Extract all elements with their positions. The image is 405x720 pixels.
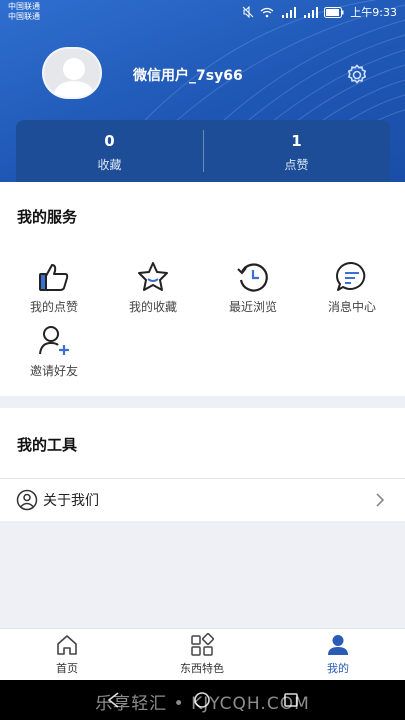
back-icon[interactable]	[105, 691, 123, 709]
nav-features[interactable]: 东西特色	[162, 633, 242, 676]
stats-card: 0 收藏 1 点赞	[16, 120, 390, 182]
tools-section: 我的工具 关于我们	[0, 408, 405, 521]
stat-favorites-label: 收藏	[97, 158, 122, 172]
thumbs-up-icon	[39, 264, 69, 291]
star-icon	[138, 262, 168, 291]
battery-icon	[324, 6, 344, 18]
services-section: 我的服务 我的点赞 我的收藏 最近浏览 消息中心 邀请好友	[0, 182, 405, 396]
system-navigation-bar: 乐享轻汇 • KJYCQH.COM	[0, 680, 405, 720]
status-bar: 中国联通 中国联通 上午9:33	[0, 0, 405, 24]
history-icon	[237, 263, 268, 292]
home-button-icon[interactable]	[193, 691, 211, 709]
service-message-center[interactable]: 消息中心	[302, 260, 402, 315]
user-circle-icon	[16, 489, 38, 511]
service-my-likes[interactable]: 我的点赞	[4, 260, 104, 315]
add-user-icon	[39, 326, 69, 355]
bottom-nav: 首页 东西特色 我的	[0, 628, 405, 680]
default-avatar-icon	[52, 58, 96, 97]
service-invite-friends[interactable]: 邀请好友	[4, 324, 104, 379]
service-label: 邀请好友	[29, 364, 78, 378]
gear-icon[interactable]	[345, 63, 369, 87]
about-us-label: 关于我们	[43, 493, 99, 509]
user-icon	[328, 635, 348, 655]
service-label: 我的点赞	[29, 300, 78, 314]
status-icons: 上午9:33	[242, 4, 397, 20]
carrier-1: 中国联通	[8, 2, 40, 11]
stat-favorites[interactable]: 0 收藏	[16, 120, 203, 182]
service-my-favorites[interactable]: 我的收藏	[103, 260, 203, 315]
tools-title: 我的工具	[17, 436, 78, 454]
nav-mine[interactable]: 我的	[298, 633, 378, 676]
service-label: 最近浏览	[228, 300, 277, 314]
service-label: 我的收藏	[128, 300, 177, 314]
stat-likes-label: 点赞	[284, 158, 309, 172]
clock: 上午9:33	[350, 6, 397, 19]
services-title: 我的服务	[17, 208, 78, 226]
wifi-icon	[260, 7, 274, 17]
chevron-right-icon	[376, 493, 385, 507]
nav-home-label: 首页	[56, 662, 78, 675]
carrier-2: 中国联通	[8, 12, 40, 21]
stat-favorites-value: 0	[104, 132, 115, 150]
message-icon	[336, 261, 366, 291]
nav-mine-label: 我的	[327, 662, 349, 675]
nav-home[interactable]: 首页	[27, 633, 107, 676]
about-us-row[interactable]: 关于我们	[0, 479, 405, 521]
avatar[interactable]	[42, 47, 102, 99]
signal-2-icon	[304, 6, 319, 18]
grid-icon	[191, 633, 214, 656]
service-label: 消息中心	[327, 300, 376, 314]
signal-icon	[282, 6, 297, 18]
service-recent-views[interactable]: 最近浏览	[203, 260, 303, 315]
home-icon	[57, 635, 77, 655]
stat-likes[interactable]: 1 点赞	[203, 120, 390, 182]
stat-divider	[203, 130, 204, 172]
recent-apps-icon[interactable]	[282, 691, 300, 709]
username: 微信用户_7sy66	[133, 68, 243, 84]
stat-likes-value: 1	[291, 132, 302, 150]
carrier-info: 中国联通 中国联通	[8, 2, 40, 22]
nav-features-label: 东西特色	[180, 662, 224, 675]
mute-icon	[242, 6, 254, 18]
